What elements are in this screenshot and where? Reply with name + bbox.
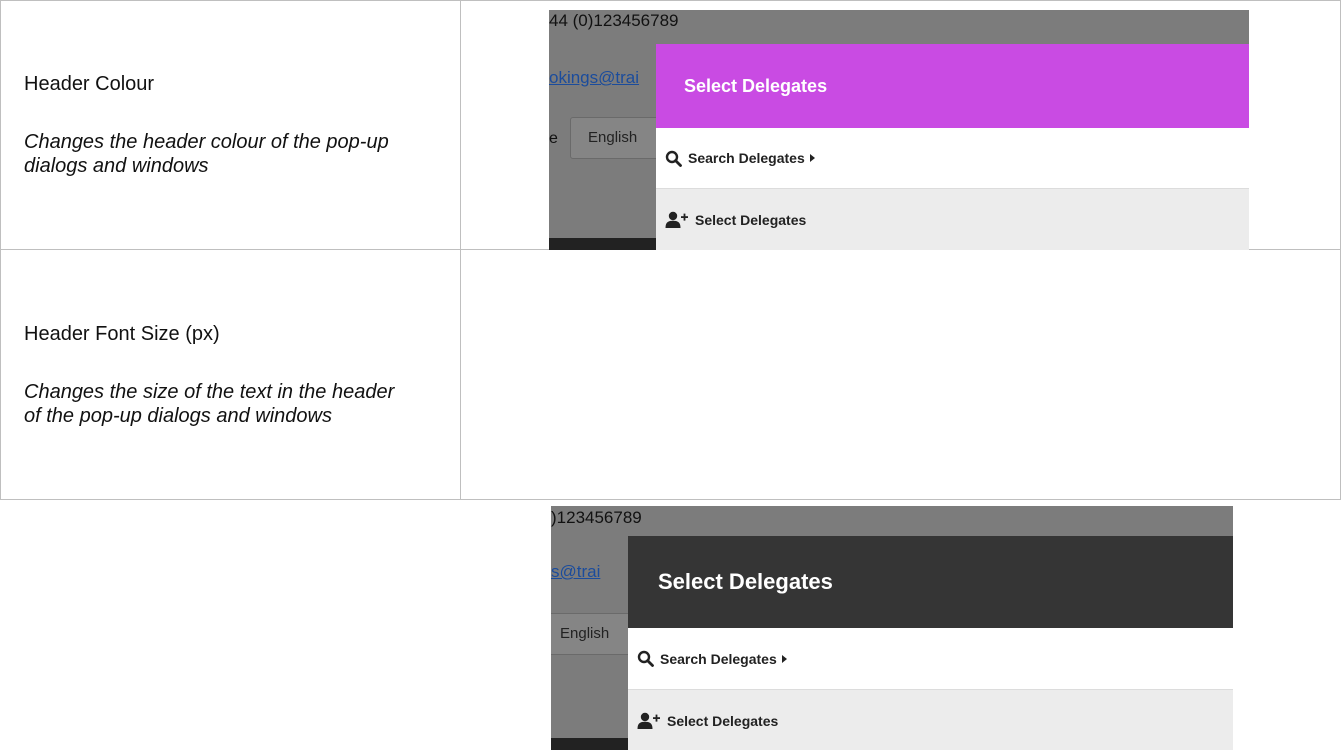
setting-description: Changes the size of the text in the head… [24,380,395,427]
background-language-label: e [549,130,558,147]
setting-screenshot-cell: )123456789 s@trai English Select Delegat… [460,249,1341,750]
search-delegates-toggle[interactable]: Search Delegates [628,628,1233,690]
setting-description: Changes the header colour of the pop-up … [24,131,389,177]
search-icon [665,150,682,167]
setting-screenshot-cell: 44 (0)123456789 okings@trai e English Se… [460,0,1341,250]
select-delegates-dialog: Select Delegates Search Delegates Select… [628,536,1233,750]
dialog-header: Select Delegates [656,44,1249,128]
user-plus-icon [665,211,689,228]
search-icon [637,650,654,667]
settings-row-header-colour: Header Colour Changes the header colour … [0,0,1341,250]
example-screenshot: )123456789 s@trai English Select Delegat… [551,506,1233,750]
select-delegates-label: Select Delegates [695,211,807,228]
settings-table: Header Colour Changes the header colour … [0,0,1341,750]
select-delegates-item[interactable]: Select Delegates [628,690,1233,750]
caret-right-icon [809,154,815,162]
background-email-link: s@trai [551,562,601,581]
setting-description-cell: Header Font Size (px) Changes the size o… [0,249,461,500]
select-delegates-item[interactable]: Select Delegates [656,189,1249,250]
search-delegates-toggle[interactable]: Search Delegates [656,128,1249,189]
language-value: English [560,625,610,642]
language-value: English [588,129,638,146]
setting-title: Header Colour [24,73,155,95]
dialog-header: Select Delegates [628,536,1233,628]
select-delegates-label: Select Delegates [667,712,779,729]
search-delegates-label: Search Delegates [688,150,805,166]
example-screenshot: 44 (0)123456789 okings@trai e English Se… [549,10,1249,250]
setting-description-cell: Header Colour Changes the header colour … [0,0,461,250]
settings-row-header-font-size: Header Font Size (px) Changes the size o… [0,249,1341,750]
background-language-select: English [551,613,635,655]
background-phone-number: 44 (0)123456789 [549,11,679,30]
background-email-link: okings@trai [549,68,640,87]
search-delegates-label: Search Delegates [660,650,777,667]
select-delegates-dialog: Select Delegates Search Delegates Select… [656,44,1249,250]
background-footer-bar [549,238,669,250]
setting-title: Header Font Size (px) [24,322,220,345]
user-plus-icon [637,712,661,729]
caret-right-icon [781,654,787,663]
background-footer-bar [551,738,631,750]
background-phone-number: )123456789 [551,508,642,527]
